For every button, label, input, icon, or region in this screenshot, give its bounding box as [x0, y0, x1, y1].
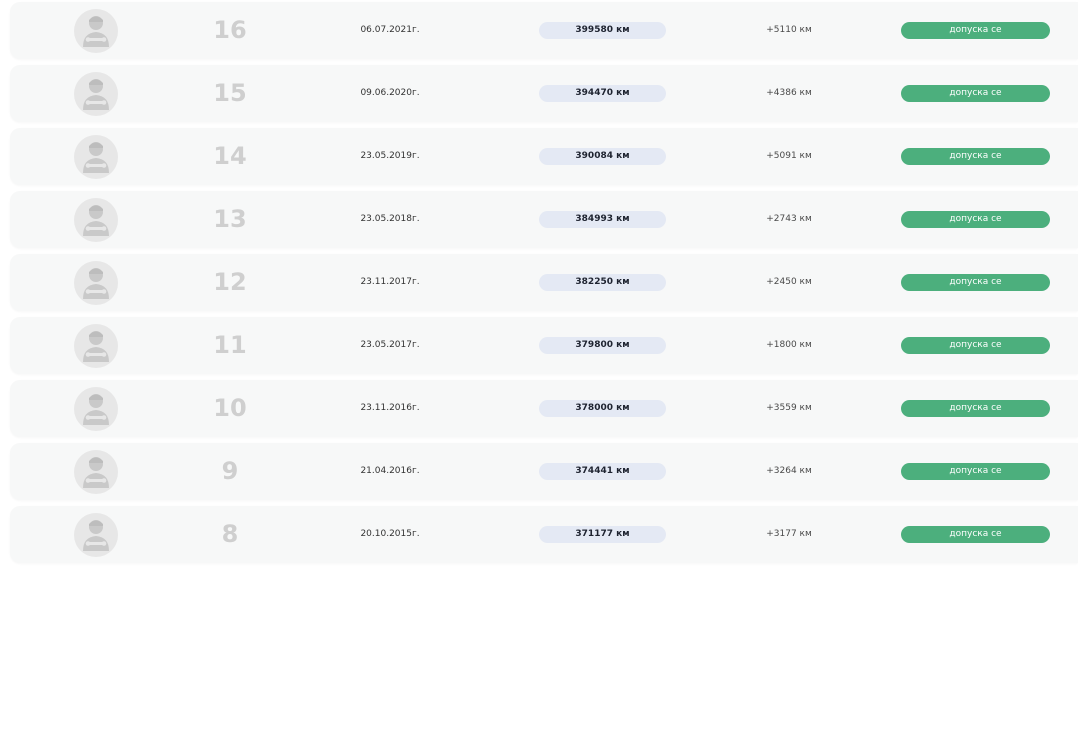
mechanic-avatar-icon: [74, 72, 118, 116]
mechanic-avatar-icon: [74, 324, 118, 368]
inspection-date: 23.11.2016г.: [360, 403, 420, 413]
mileage-delta: +5091 км: [766, 151, 812, 161]
mileage-badge: 382250 км: [539, 274, 666, 291]
mileage-badge: 390084 км: [539, 148, 666, 165]
mileage-delta: +2450 км: [766, 277, 812, 287]
inspection-row: 14 23.05.2019г. 390084 км +5091 км допус…: [10, 128, 1078, 185]
inspection-number: 14: [213, 142, 247, 170]
mileage-badge: 371177 км: [539, 526, 666, 543]
inspection-row: 9 21.04.2016г. 374441 км +3264 км допуск…: [10, 443, 1078, 500]
mileage-badge: 399580 км: [539, 22, 666, 39]
inspection-number: 15: [213, 79, 247, 107]
inspection-number: 10: [213, 394, 247, 422]
inspection-row: 8 20.10.2015г. 371177 км +3177 км допуск…: [10, 506, 1078, 563]
inspection-row: 10 23.11.2016г. 378000 км +3559 км допус…: [10, 380, 1078, 437]
inspection-date: 21.04.2016г.: [360, 466, 420, 476]
mechanic-avatar-icon: [74, 513, 118, 557]
inspection-row: 15 09.06.2020г. 394470 км +4386 км допус…: [10, 65, 1078, 122]
mechanic-avatar-icon: [74, 9, 118, 53]
inspection-number: 13: [213, 205, 247, 233]
inspection-date: 20.10.2015г.: [360, 529, 420, 539]
mileage-delta: +1800 км: [766, 340, 812, 350]
inspection-row: 13 23.05.2018г. 384993 км +2743 км допус…: [10, 191, 1078, 248]
inspection-number: 16: [213, 16, 247, 44]
status-badge: допуска се: [901, 337, 1050, 354]
inspection-number: 11: [213, 331, 247, 359]
status-badge: допуска се: [901, 526, 1050, 543]
mechanic-avatar-icon: [74, 261, 118, 305]
mechanic-avatar-icon: [74, 135, 118, 179]
status-badge: допуска се: [901, 274, 1050, 291]
inspection-date: 06.07.2021г.: [360, 25, 420, 35]
mechanic-avatar-icon: [74, 387, 118, 431]
inspection-number: 8: [221, 520, 239, 548]
inspection-row: 16 06.07.2021г. 399580 км +5110 км допус…: [10, 2, 1078, 59]
status-badge: допуска се: [901, 400, 1050, 417]
status-badge: допуска се: [901, 85, 1050, 102]
inspection-row: 12 23.11.2017г. 382250 км +2450 км допус…: [10, 254, 1078, 311]
status-badge: допуска се: [901, 22, 1050, 39]
inspection-history-list: 16 06.07.2021г. 399580 км +5110 км допус…: [10, 0, 1078, 569]
mileage-delta: +5110 км: [766, 25, 812, 35]
mileage-badge: 378000 км: [539, 400, 666, 417]
mileage-delta: +3177 км: [766, 529, 812, 539]
inspection-number: 9: [221, 457, 239, 485]
inspection-row: 11 23.05.2017г. 379800 км +1800 км допус…: [10, 317, 1078, 374]
status-badge: допуска се: [901, 211, 1050, 228]
inspection-date: 23.05.2017г.: [360, 340, 420, 350]
mileage-delta: +4386 км: [766, 88, 812, 98]
inspection-date: 23.11.2017г.: [360, 277, 420, 287]
inspection-number: 12: [213, 268, 247, 296]
status-badge: допуска се: [901, 148, 1050, 165]
inspection-date: 09.06.2020г.: [360, 88, 420, 98]
mileage-badge: 379800 км: [539, 337, 666, 354]
mileage-delta: +3559 км: [766, 403, 812, 413]
mileage-delta: +3264 км: [766, 466, 812, 476]
mechanic-avatar-icon: [74, 198, 118, 242]
mileage-badge: 384993 км: [539, 211, 666, 228]
status-badge: допуска се: [901, 463, 1050, 480]
mileage-delta: +2743 км: [766, 214, 812, 224]
mileage-badge: 394470 км: [539, 85, 666, 102]
inspection-date: 23.05.2019г.: [360, 151, 420, 161]
mechanic-avatar-icon: [74, 450, 118, 494]
inspection-date: 23.05.2018г.: [360, 214, 420, 224]
mileage-badge: 374441 км: [539, 463, 666, 480]
